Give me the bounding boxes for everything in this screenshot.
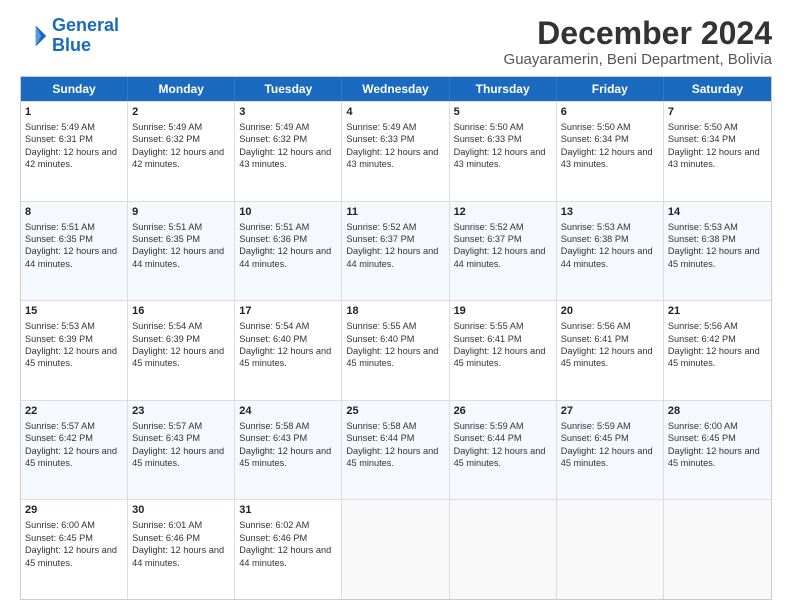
page: General Blue December 2024 Guayaramerin,… <box>0 0 792 612</box>
logo: General Blue <box>20 16 119 56</box>
cal-row-5: 29 Sunrise: 6:00 AMSunset: 6:45 PMDaylig… <box>21 499 771 599</box>
day-13: 13 Sunrise: 5:53 AMSunset: 6:38 PMDaylig… <box>557 202 664 301</box>
day-30: 30 Sunrise: 6:01 AMSunset: 6:46 PMDaylig… <box>128 500 235 599</box>
day-15: 15 Sunrise: 5:53 AMSunset: 6:39 PMDaylig… <box>21 301 128 400</box>
subtitle: Guayaramerin, Beni Department, Bolivia <box>504 51 772 68</box>
day-8: 8 Sunrise: 5:51 AMSunset: 6:35 PMDayligh… <box>21 202 128 301</box>
day-14: 14 Sunrise: 5:53 AMSunset: 6:38 PMDaylig… <box>664 202 771 301</box>
day-empty-4 <box>664 500 771 599</box>
day-21: 21 Sunrise: 5:56 AMSunset: 6:42 PMDaylig… <box>664 301 771 400</box>
weekday-wednesday: Wednesday <box>342 77 449 101</box>
day-2: 2 Sunrise: 5:49 AMSunset: 6:32 PMDayligh… <box>128 102 235 201</box>
weekday-tuesday: Tuesday <box>235 77 342 101</box>
day-5: 5 Sunrise: 5:50 AMSunset: 6:33 PMDayligh… <box>450 102 557 201</box>
day-27: 27 Sunrise: 5:59 AMSunset: 6:45 PMDaylig… <box>557 401 664 500</box>
header: General Blue December 2024 Guayaramerin,… <box>20 16 772 68</box>
title-block: December 2024 Guayaramerin, Beni Departm… <box>504 16 772 68</box>
calendar-body: 1 Sunrise: 5:49 AMSunset: 6:31 PMDayligh… <box>21 101 771 599</box>
day-28: 28 Sunrise: 6:00 AMSunset: 6:45 PMDaylig… <box>664 401 771 500</box>
cal-row-1: 1 Sunrise: 5:49 AMSunset: 6:31 PMDayligh… <box>21 101 771 201</box>
day-12: 12 Sunrise: 5:52 AMSunset: 6:37 PMDaylig… <box>450 202 557 301</box>
main-title: December 2024 <box>504 16 772 51</box>
day-10: 10 Sunrise: 5:51 AMSunset: 6:36 PMDaylig… <box>235 202 342 301</box>
day-17: 17 Sunrise: 5:54 AMSunset: 6:40 PMDaylig… <box>235 301 342 400</box>
day-19: 19 Sunrise: 5:55 AMSunset: 6:41 PMDaylig… <box>450 301 557 400</box>
day-empty-1 <box>342 500 449 599</box>
day-9: 9 Sunrise: 5:51 AMSunset: 6:35 PMDayligh… <box>128 202 235 301</box>
day-1: 1 Sunrise: 5:49 AMSunset: 6:31 PMDayligh… <box>21 102 128 201</box>
day-25: 25 Sunrise: 5:58 AMSunset: 6:44 PMDaylig… <box>342 401 449 500</box>
day-20: 20 Sunrise: 5:56 AMSunset: 6:41 PMDaylig… <box>557 301 664 400</box>
logo-icon <box>20 22 48 50</box>
cal-row-3: 15 Sunrise: 5:53 AMSunset: 6:39 PMDaylig… <box>21 300 771 400</box>
day-empty-2 <box>450 500 557 599</box>
day-16: 16 Sunrise: 5:54 AMSunset: 6:39 PMDaylig… <box>128 301 235 400</box>
day-11: 11 Sunrise: 5:52 AMSunset: 6:37 PMDaylig… <box>342 202 449 301</box>
day-6: 6 Sunrise: 5:50 AMSunset: 6:34 PMDayligh… <box>557 102 664 201</box>
day-24: 24 Sunrise: 5:58 AMSunset: 6:43 PMDaylig… <box>235 401 342 500</box>
day-31: 31 Sunrise: 6:02 AMSunset: 6:46 PMDaylig… <box>235 500 342 599</box>
day-4: 4 Sunrise: 5:49 AMSunset: 6:33 PMDayligh… <box>342 102 449 201</box>
day-empty-3 <box>557 500 664 599</box>
weekday-friday: Friday <box>557 77 664 101</box>
cal-row-2: 8 Sunrise: 5:51 AMSunset: 6:35 PMDayligh… <box>21 201 771 301</box>
calendar: Sunday Monday Tuesday Wednesday Thursday… <box>20 76 772 600</box>
day-3: 3 Sunrise: 5:49 AMSunset: 6:32 PMDayligh… <box>235 102 342 201</box>
day-29: 29 Sunrise: 6:00 AMSunset: 6:45 PMDaylig… <box>21 500 128 599</box>
weekday-saturday: Saturday <box>664 77 771 101</box>
day-18: 18 Sunrise: 5:55 AMSunset: 6:40 PMDaylig… <box>342 301 449 400</box>
weekday-monday: Monday <box>128 77 235 101</box>
weekday-sunday: Sunday <box>21 77 128 101</box>
calendar-header: Sunday Monday Tuesday Wednesday Thursday… <box>21 77 771 101</box>
day-26: 26 Sunrise: 5:59 AMSunset: 6:44 PMDaylig… <box>450 401 557 500</box>
logo-text: General Blue <box>52 16 119 56</box>
day-7: 7 Sunrise: 5:50 AMSunset: 6:34 PMDayligh… <box>664 102 771 201</box>
day-22: 22 Sunrise: 5:57 AMSunset: 6:42 PMDaylig… <box>21 401 128 500</box>
cal-row-4: 22 Sunrise: 5:57 AMSunset: 6:42 PMDaylig… <box>21 400 771 500</box>
day-23: 23 Sunrise: 5:57 AMSunset: 6:43 PMDaylig… <box>128 401 235 500</box>
weekday-thursday: Thursday <box>450 77 557 101</box>
